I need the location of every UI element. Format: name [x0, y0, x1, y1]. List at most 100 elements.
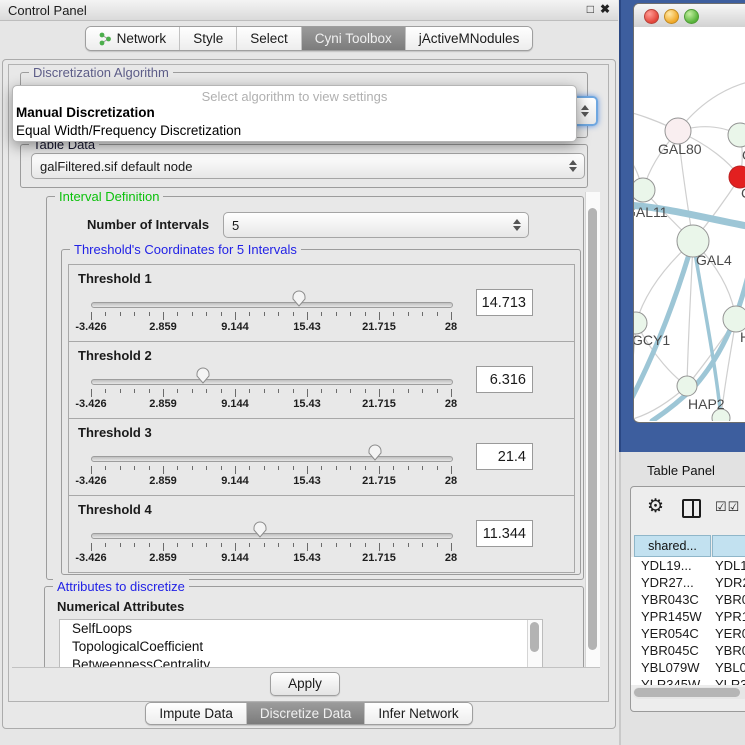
- tab-select[interactable]: Select: [236, 27, 301, 50]
- tick-mark: [105, 312, 106, 316]
- threshold-3-value[interactable]: 21.4: [476, 443, 533, 470]
- threshold-2-panel: Threshold 2 -3.4262.8599.14415.4321.7152…: [68, 341, 575, 419]
- tab-network[interactable]: Network: [86, 27, 180, 50]
- cell-name[interactable]: YPR1: [715, 608, 745, 625]
- table-row[interactable]: YER054CYER0: [631, 625, 745, 642]
- table-row[interactable]: YBR043CYBR0: [631, 591, 745, 608]
- network-window-titlebar[interactable]: [634, 4, 745, 28]
- column-header-shared-name[interactable]: shared...: [634, 535, 711, 557]
- network-window[interactable]: GAL80 G C GAL11 GAL4 GCY1 H HAP2: [633, 3, 745, 423]
- node-gal11[interactable]: [634, 178, 655, 202]
- tick-mark: [192, 312, 193, 316]
- network-graph[interactable]: GAL80 G C GAL11 GAL4 GCY1 H HAP2: [634, 27, 745, 421]
- tick-label: 2.859: [149, 321, 177, 333]
- table-body[interactable]: YDL19...YDL1YDR27...YDR2YBR043CYBR0YPR14…: [631, 557, 745, 685]
- tick-mark: [451, 543, 452, 551]
- network-view[interactable]: GAL80 G C GAL11 GAL4 GCY1 H HAP2: [634, 27, 745, 421]
- tick-mark: [365, 466, 366, 470]
- tab-discretize-data[interactable]: Discretize Data: [246, 703, 365, 724]
- dropdown-item-equal-width[interactable]: Equal Width/Frequency Discretization: [13, 122, 576, 140]
- tab-cyni-toolbox[interactable]: Cyni Toolbox: [301, 27, 405, 50]
- cell-name[interactable]: YBL0: [715, 659, 745, 676]
- node-top-right[interactable]: [728, 123, 745, 147]
- threshold-1-value[interactable]: 14.713: [476, 289, 533, 316]
- slider-thumb[interactable]: [367, 444, 383, 461]
- tick-mark: [163, 466, 164, 474]
- settings-scrollbar[interactable]: [585, 192, 600, 667]
- cell-name[interactable]: YLR3: [715, 676, 745, 685]
- attributes-scrollbar[interactable]: [527, 620, 542, 668]
- threshold-4-value[interactable]: 11.344: [476, 520, 533, 547]
- cell-shared-name[interactable]: YBR043C: [641, 591, 715, 608]
- zoom-traffic-light-icon[interactable]: [684, 9, 699, 24]
- slider-thumb[interactable]: [291, 290, 307, 307]
- table-row[interactable]: YBR045CYBR0: [631, 642, 745, 659]
- threshold-2-value[interactable]: 6.316: [476, 366, 533, 393]
- table-row[interactable]: YBL079WYBL0: [631, 659, 745, 676]
- cell-name[interactable]: YBR0: [715, 642, 745, 659]
- tick-label: 21.715: [362, 552, 396, 564]
- tab-jactivemnodules[interactable]: jActiveMNodules: [405, 27, 533, 50]
- num-intervals-combo[interactable]: 5: [223, 212, 529, 238]
- attribute-list-item[interactable]: BetweennessCentrality: [60, 656, 542, 668]
- column-header-name[interactable]: n: [712, 535, 745, 557]
- threshold-4-slider[interactable]: -3.4262.8599.14415.4321.71528: [91, 496, 451, 572]
- slider-thumb[interactable]: [195, 367, 211, 384]
- cell-name[interactable]: YER0: [715, 625, 745, 642]
- tab-label: Discretize Data: [260, 706, 352, 721]
- cell-shared-name[interactable]: YBL079W: [641, 659, 715, 676]
- tab-style[interactable]: Style: [179, 27, 236, 50]
- tick-mark: [134, 543, 135, 547]
- table-row[interactable]: YDL19...YDL1: [631, 557, 745, 574]
- slider-thumb[interactable]: [252, 521, 268, 538]
- table-row[interactable]: YPR145WYPR1: [631, 608, 745, 625]
- tick-mark: [163, 543, 164, 551]
- slider-ticks: [91, 466, 451, 474]
- gear-icon[interactable]: ⚙: [647, 495, 664, 518]
- slider-track[interactable]: [91, 379, 453, 385]
- minimize-traffic-light-icon[interactable]: [664, 9, 679, 24]
- slider-track[interactable]: [91, 533, 453, 539]
- tab-label: Select: [250, 31, 288, 46]
- slider-track[interactable]: [91, 302, 453, 308]
- dropdown-item-manual[interactable]: Manual Discretization: [13, 104, 576, 122]
- cell-name[interactable]: YDL1: [715, 557, 745, 574]
- cell-shared-name[interactable]: YDR27...: [641, 574, 715, 591]
- tick-mark: [307, 389, 308, 397]
- tab-label: Impute Data: [159, 706, 233, 721]
- cell-shared-name[interactable]: YBR045C: [641, 642, 715, 659]
- columns-icon[interactable]: [682, 499, 701, 518]
- apply-button[interactable]: Apply: [270, 672, 340, 696]
- settings-scroll-area: Interval Definition Number of Intervals …: [12, 192, 600, 668]
- select-checkboxes-icon[interactable]: ☑☑: [715, 499, 740, 515]
- table-row[interactable]: YLR345WYLR3: [631, 676, 745, 685]
- tick-mark: [293, 466, 294, 470]
- table-data-combo[interactable]: galFiltered.sif default node: [31, 153, 585, 179]
- table-row[interactable]: YDR27...YDR2: [631, 574, 745, 591]
- float-window-icon[interactable]: □: [587, 2, 594, 16]
- node-gcy1[interactable]: [634, 312, 647, 334]
- numerical-attributes-list[interactable]: SelfLoopsTopologicalCoefficientBetweenne…: [59, 619, 543, 668]
- slider-track[interactable]: [91, 456, 453, 462]
- cell-name[interactable]: YBR0: [715, 591, 745, 608]
- attribute-list-item[interactable]: TopologicalCoefficient: [60, 638, 542, 656]
- node-hap2[interactable]: [677, 376, 697, 396]
- tick-label: 2.859: [149, 398, 177, 410]
- cell-shared-name[interactable]: YER054C: [641, 625, 715, 642]
- threshold-3-slider[interactable]: -3.4262.8599.14415.4321.71528: [91, 419, 451, 495]
- threshold-2-slider[interactable]: -3.4262.8599.14415.4321.71528: [91, 342, 451, 418]
- table-horizontal-scrollbar[interactable]: [633, 687, 745, 699]
- close-icon[interactable]: ✖: [600, 2, 610, 16]
- cell-shared-name[interactable]: YPR145W: [641, 608, 715, 625]
- tick-mark: [177, 389, 178, 393]
- cell-shared-name[interactable]: YLR345W: [641, 676, 715, 685]
- cell-name[interactable]: YDR2: [715, 574, 745, 591]
- attributes-group: Attributes to discretize Numerical Attri…: [44, 586, 584, 668]
- attribute-list-item[interactable]: SelfLoops: [60, 620, 542, 638]
- close-traffic-light-icon[interactable]: [644, 9, 659, 24]
- cell-shared-name[interactable]: YDL19...: [641, 557, 715, 574]
- threshold-1-slider[interactable]: -3.4262.8599.14415.4321.71528: [91, 265, 451, 341]
- tab-infer-network[interactable]: Infer Network: [364, 703, 471, 724]
- tab-impute-data[interactable]: Impute Data: [146, 703, 246, 724]
- tick-mark: [451, 312, 452, 320]
